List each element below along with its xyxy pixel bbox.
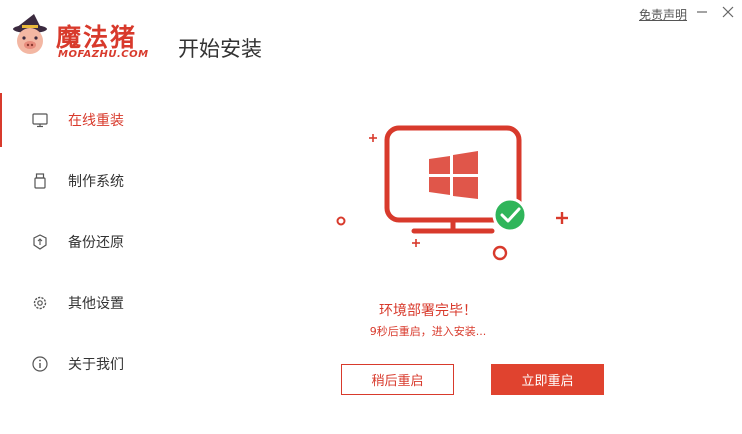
app-logo: 魔法猪 MOFAZHU.COM bbox=[10, 12, 160, 64]
disclaimer-link[interactable]: 免责声明 bbox=[639, 6, 687, 23]
monitor-icon bbox=[31, 111, 49, 129]
sidebar-item-label: 备份还原 bbox=[68, 235, 124, 251]
pig-mascot-icon bbox=[13, 14, 47, 54]
sidebar-nav: 在线重装 制作系统 备份还原 其他设置 关于我们 bbox=[0, 88, 200, 428]
close-button[interactable] bbox=[719, 2, 737, 22]
installer-window: 魔法猪 MOFAZHU.COM 开始安装 免责声明 在线重装 制作系统 备份还原… bbox=[0, 0, 742, 434]
sidebar-item-label: 其他设置 bbox=[68, 296, 124, 312]
decoration-circle-icon bbox=[336, 216, 346, 226]
sidebar-item-label: 制作系统 bbox=[68, 174, 124, 190]
minimize-icon bbox=[697, 11, 707, 13]
status-message: 环境部署完毕！ bbox=[379, 303, 477, 319]
sidebar-item-about-us[interactable]: 关于我们 bbox=[0, 344, 200, 384]
minimize-button[interactable] bbox=[693, 2, 711, 22]
restart-now-button[interactable]: 立即重启 bbox=[491, 364, 604, 395]
info-icon bbox=[31, 355, 49, 373]
restart-countdown: 9秒后重启，进入安装... bbox=[369, 325, 487, 338]
success-check-icon bbox=[492, 197, 528, 233]
decoration-plus-icon bbox=[412, 239, 420, 247]
brand-url: MOFAZHU.COM bbox=[58, 49, 149, 60]
decoration-circle-icon bbox=[492, 245, 508, 261]
restart-later-button[interactable]: 稍后重启 bbox=[341, 364, 454, 395]
decoration-plus-icon bbox=[369, 134, 377, 142]
page-title: 开始安装 bbox=[178, 37, 262, 61]
sidebar-item-other-settings[interactable]: 其他设置 bbox=[0, 283, 200, 323]
sidebar-item-label: 在线重装 bbox=[68, 113, 124, 129]
sidebar-item-label: 关于我们 bbox=[68, 357, 124, 373]
backup-restore-icon bbox=[31, 233, 49, 251]
sidebar-item-make-system[interactable]: 制作系统 bbox=[0, 161, 200, 201]
sidebar-item-backup-restore[interactable]: 备份还原 bbox=[0, 222, 200, 262]
windows-logo-icon bbox=[429, 151, 478, 199]
decoration-plus-icon bbox=[556, 212, 568, 224]
close-icon bbox=[722, 6, 734, 18]
usb-drive-icon bbox=[31, 172, 49, 190]
sidebar-item-online-reinstall[interactable]: 在线重装 bbox=[0, 93, 200, 147]
install-complete-illustration bbox=[336, 125, 568, 261]
gear-icon bbox=[31, 294, 49, 312]
